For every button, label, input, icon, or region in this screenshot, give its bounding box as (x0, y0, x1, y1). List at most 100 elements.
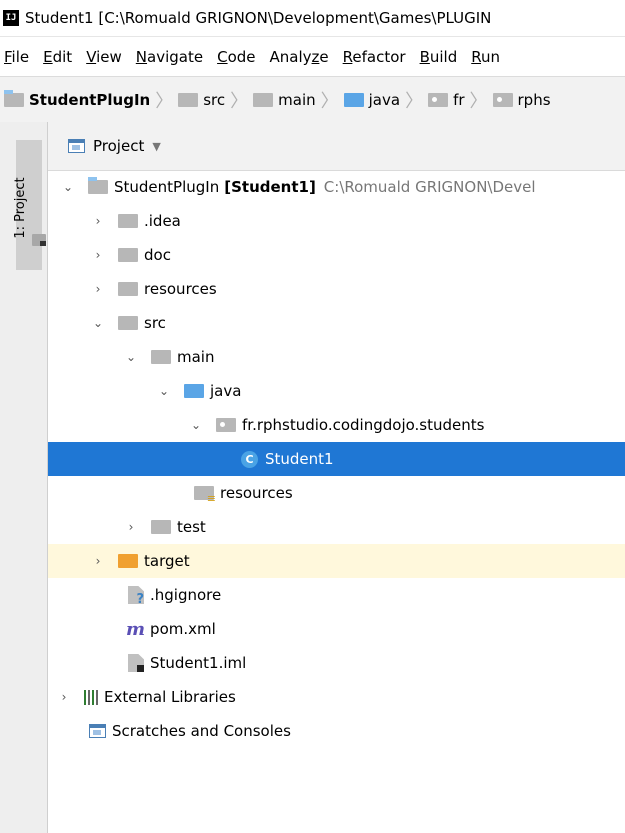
tree-label: test (177, 518, 206, 536)
library-icon (84, 689, 98, 705)
tree-item-doc[interactable]: › doc (48, 238, 625, 272)
chevron-down-icon[interactable]: ⌄ (92, 317, 104, 329)
tree-item-test[interactable]: › test (48, 510, 625, 544)
tree-item-src[interactable]: ⌄ src (48, 306, 625, 340)
unknown-file-icon (128, 586, 144, 604)
breadcrumb-separator-icon: 〉 (155, 90, 174, 112)
module-file-icon (128, 654, 144, 672)
tree-item-pom[interactable]: m pom.xml (48, 612, 625, 646)
breadcrumb-studentplugin[interactable]: StudentPlugIn (0, 89, 154, 109)
chevron-down-icon[interactable]: ⌄ (190, 419, 202, 431)
root-path: C:\Romuald GRIGNON\Devel (323, 178, 536, 196)
chevron-down-icon[interactable]: ⌄ (158, 385, 170, 397)
breadcrumb-rphs[interactable]: rphs (489, 91, 555, 109)
excluded-folder-icon (118, 554, 138, 568)
intellij-app-icon: IJ (3, 10, 19, 26)
tree-item-student1-class[interactable]: C Student1 (48, 442, 625, 476)
java-class-icon: C (241, 450, 258, 468)
chevron-right-icon[interactable]: › (92, 249, 104, 261)
tab-project-label: 1: Project (13, 177, 28, 239)
menu-refactor[interactable]: Refactor (336, 48, 413, 66)
menu-bar: File Edit View Navigate Code Analyze Ref… (0, 36, 625, 77)
menu-navigate[interactable]: Navigate (129, 48, 210, 66)
breadcrumb-separator-icon: 〉 (405, 90, 424, 112)
tree-item-resources[interactable]: › resources (48, 272, 625, 306)
menu-analyze[interactable]: Analyze (263, 48, 336, 66)
folder-icon (118, 248, 138, 262)
tree-label: pom.xml (150, 620, 216, 638)
folder-icon (151, 350, 171, 364)
project-panel-header[interactable]: Project ▼ (48, 122, 625, 171)
tree-item-main[interactable]: ⌄ main (48, 340, 625, 374)
resources-folder-icon (194, 486, 216, 504)
title-bar: IJ Student1 [C:\Romuald GRIGNON\Developm… (0, 0, 625, 36)
tree-label: doc (144, 246, 171, 264)
tree-label: .hgignore (150, 586, 222, 604)
tree-item-java[interactable]: ⌄ java (48, 374, 625, 408)
maven-icon: m (126, 618, 146, 640)
tree-label: src (144, 314, 166, 332)
tree-item-target[interactable]: › target (48, 544, 625, 578)
menu-file[interactable]: File (0, 48, 36, 66)
project-panel: Project ▼ ⌄ StudentPlugIn [Student1] C:\… (48, 122, 625, 833)
module-folder-icon (88, 177, 108, 194)
chevron-down-icon[interactable]: ⌄ (62, 181, 74, 193)
tree-item-idea[interactable]: › .idea (48, 204, 625, 238)
tree-label: target (144, 552, 190, 570)
tree-item-root[interactable]: ⌄ StudentPlugIn [Student1] C:\Romuald GR… (48, 170, 625, 204)
project-panel-title: Project (93, 137, 145, 155)
folder-icon (118, 282, 138, 296)
breadcrumb-separator-icon: 〉 (230, 90, 249, 112)
menu-edit[interactable]: Edit (36, 48, 79, 66)
menu-view[interactable]: View (79, 48, 129, 66)
folder-icon (151, 520, 171, 534)
navigation-breadcrumb: StudentPlugIn 〉 src 〉 main 〉 java 〉 fr 〉… (0, 76, 625, 123)
folder-icon (253, 92, 274, 107)
tree-item-scratches[interactable]: Scratches and Consoles (48, 714, 625, 748)
source-folder-icon (184, 384, 204, 398)
chevron-right-icon[interactable]: › (92, 283, 104, 295)
chevron-down-icon[interactable]: ⌄ (125, 351, 137, 363)
menu-build[interactable]: Build (413, 48, 465, 66)
root-name: StudentPlugIn (114, 178, 220, 196)
tree-item-main-resources[interactable]: resources (48, 476, 625, 510)
menu-code[interactable]: Code (210, 48, 262, 66)
package-icon (428, 92, 449, 107)
breadcrumb-fr[interactable]: fr (424, 91, 468, 109)
menu-run[interactable]: Run (464, 48, 507, 66)
breadcrumb-java[interactable]: java (340, 91, 404, 109)
folder-icon (178, 92, 199, 107)
chevron-right-icon[interactable]: › (125, 521, 137, 533)
tree-item-hgignore[interactable]: .hgignore (48, 578, 625, 612)
tree-label: main (177, 348, 215, 366)
tree-label: resources (220, 484, 293, 502)
tree-label: External Libraries (104, 688, 236, 706)
chevron-right-icon[interactable]: › (92, 215, 104, 227)
tree-label: resources (144, 280, 217, 298)
folder-icon (118, 214, 138, 228)
breadcrumb-src[interactable]: src (174, 91, 229, 109)
breadcrumb-separator-icon: 〉 (320, 90, 339, 112)
tree-item-package[interactable]: ⌄ fr.rphstudio.codingdojo.students (48, 408, 625, 442)
source-folder-icon (343, 92, 364, 107)
tree-label: fr.rphstudio.codingdojo.students (242, 416, 485, 434)
package-icon (216, 418, 236, 432)
tree-label: Student1 (265, 450, 334, 468)
project-tool-icon (32, 234, 46, 246)
root-module: [Student1] (224, 178, 316, 196)
tree-label: Student1.iml (150, 654, 247, 672)
package-icon (492, 92, 513, 107)
module-folder-icon (4, 89, 24, 107)
tree-label: .idea (144, 212, 181, 230)
chevron-right-icon[interactable]: › (58, 691, 70, 703)
window-title: Student1 [C:\Romuald GRIGNON\Development… (25, 9, 492, 27)
folder-icon (118, 316, 138, 330)
scratches-icon (89, 724, 106, 738)
breadcrumb-main[interactable]: main (249, 91, 319, 109)
chevron-down-icon[interactable]: ▼ (152, 140, 160, 153)
project-view-icon (68, 139, 85, 153)
chevron-right-icon[interactable]: › (92, 555, 104, 567)
tree-item-external-libraries[interactable]: › External Libraries (48, 680, 625, 714)
tree-item-iml[interactable]: Student1.iml (48, 646, 625, 680)
tree-label: Scratches and Consoles (112, 722, 291, 740)
